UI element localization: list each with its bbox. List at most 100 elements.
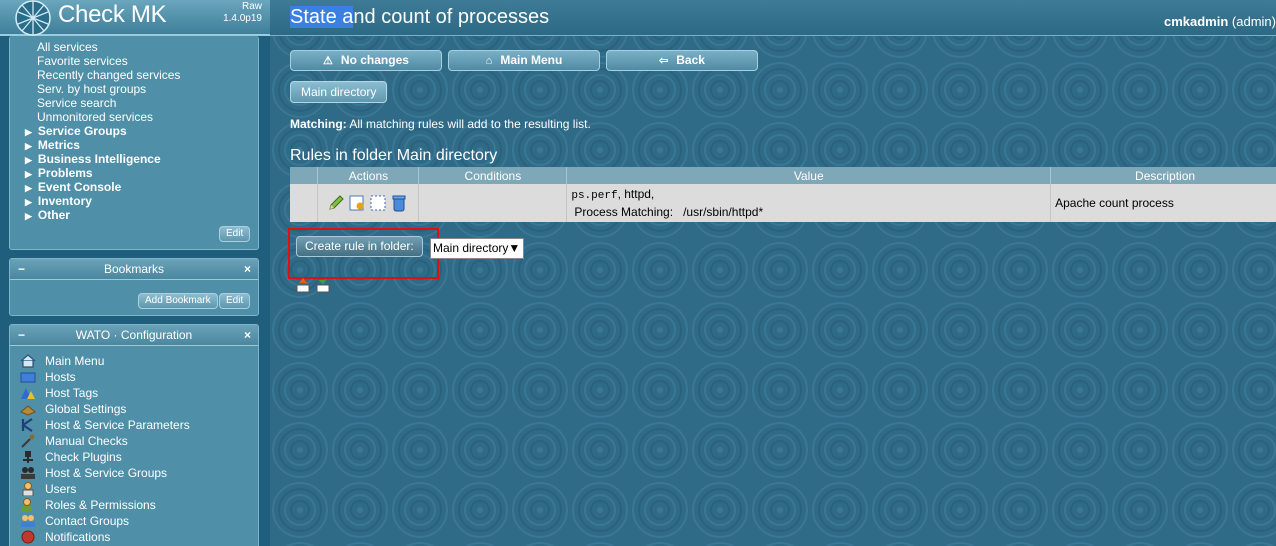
wato-host-service-groups[interactable]: Host & Service Groups [20,465,167,481]
wato-notifications[interactable]: Notifications [20,529,110,545]
wato-global-settings[interactable]: Global Settings [20,401,126,417]
group-label: Other [37,208,70,222]
actions-cell [317,184,420,222]
wato-item-label: Host Tags [45,386,99,400]
wato-item-label: Check Plugins [45,450,122,464]
folder-breadcrumb-button[interactable]: Main directory [290,81,388,103]
export-icon[interactable] [295,277,311,293]
triangle-right-icon: ▶ [25,141,32,151]
wato-check-plugins[interactable]: Check Plugins [20,449,122,465]
group-other[interactable]: ▶ Other [25,208,70,223]
group-service-groups[interactable]: ▶ Service Groups [25,124,127,139]
column-header-position [290,167,319,184]
plugin-icon [23,451,33,463]
edition-name: Raw [241,1,262,12]
version-label: 1.4.0p19 [223,13,262,24]
view-favorite-services[interactable]: Favorite services [37,54,128,68]
wato-host-tags[interactable]: Host Tags [20,385,98,401]
roles-icon [22,498,32,512]
matching-info: Matching: All matching rules will add to… [290,117,591,131]
close-icon[interactable]: × [244,325,251,345]
add-bookmark-button[interactable]: Add Bookmark [138,293,218,309]
table-row: ps.perf, httpd, Process Matching: /usr/s… [290,184,1276,222]
groups-icon [21,467,35,479]
column-header-description: Description [1050,167,1276,184]
value-line-1: ps.perf, httpd, [571,186,1050,204]
main-menu-label: Main Menu [500,53,563,67]
rules-heading: Rules in folder Main directory [290,147,498,164]
triangle-right-icon: ▶ [25,127,32,137]
warning-icon: ⚠ [323,55,333,67]
view-unmonitored-services[interactable]: Unmonitored services [37,110,153,124]
page-title-rest: nd count of processes [353,6,550,28]
home-icon [20,354,36,368]
triangle-right-icon: ▶ [25,183,32,193]
import-icon[interactable] [315,277,331,293]
view-service-search[interactable]: Service search [37,96,116,110]
user-role: (admin) [1231,14,1276,29]
value-line-2: Process Matching: /usr/sbin/httpd* [571,204,1050,220]
wato-item-label: Main Menu [45,354,105,368]
sidebar-header: Check MK Raw 1.4.0p19 [0,0,270,36]
user-info: cmkadmin (admin) [1164,14,1276,29]
logo-text[interactable]: Check MK [58,1,167,29]
page-title-selected: State a [290,6,354,28]
group-inventory[interactable]: ▶ Inventory [25,194,92,209]
views-edit-button[interactable]: Edit [219,226,251,242]
group-label: Event Console [37,180,122,194]
sidebar: Check MK Raw 1.4.0p19 All services Favor… [0,0,270,546]
folder-select[interactable]: Main directory▼ [430,238,524,259]
group-problems[interactable]: ▶ Problems [25,166,93,181]
group-metrics[interactable]: ▶ Metrics [25,138,80,153]
edition-label: Raw 1.4.0p19 [223,1,262,25]
no-changes-button[interactable]: ⚠ No changes [290,50,442,71]
column-header-conditions: Conditions [418,167,568,184]
wato-host-service-parameters[interactable]: Host & Service Parameters [20,417,190,433]
back-label: Back [676,53,705,67]
checkmk-logo-icon[interactable] [14,0,52,36]
position-cell [290,184,319,222]
process-matching-value: /usr/sbin/httpd* [683,205,764,219]
rules-table: Actions Conditions Value Description ps.… [290,167,1276,222]
group-label: Metrics [37,138,80,152]
wato-roles-permissions[interactable]: Roles & Permissions [20,497,156,513]
triangle-right-icon: ▶ [25,197,32,207]
move-icon[interactable] [369,194,387,212]
group-event-console[interactable]: ▶ Event Console [25,180,121,195]
description-cell: Apache count process [1050,184,1276,222]
back-arrow-icon: ⇦ [659,55,669,67]
bookmarks-edit-button[interactable]: Edit [219,293,251,309]
create-rule-button[interactable]: Create rule in folder: [296,236,423,257]
clone-icon[interactable] [348,194,366,212]
view-serv-by-host-groups[interactable]: Serv. by host groups [37,82,146,96]
username: cmkadmin [1163,14,1229,29]
minimize-icon[interactable]: − [18,325,25,345]
wato-header[interactable]: − WATO · Configuration × [10,325,258,346]
wato-users[interactable]: Users [20,481,76,497]
view-all-services[interactable]: All services [37,40,98,54]
wato-hosts[interactable]: Hosts [20,369,76,385]
main-menu-button[interactable]: ⌂ Main Menu [448,50,600,71]
triangle-right-icon: ▶ [25,169,32,179]
close-icon[interactable]: × [244,259,251,279]
wato-manual-checks[interactable]: Manual Checks [20,433,128,449]
view-recently-changed-services[interactable]: Recently changed services [37,68,180,82]
group-business-intelligence[interactable]: ▶ Business Intelligence [25,152,161,167]
table-header-row: Actions Conditions Value Description [290,167,1276,184]
minimize-icon[interactable]: − [18,259,25,279]
column-header-actions: Actions [317,167,420,184]
edit-icon[interactable] [327,194,345,212]
wato-contact-groups[interactable]: Contact Groups [20,513,129,529]
wato-main-menu[interactable]: Main Menu [20,353,104,369]
dropdown-arrow-icon: ▼ [508,241,521,255]
bookmarks-snapin: − Bookmarks × Add Bookmark Edit [9,258,259,316]
back-button[interactable]: ⇦ Back [606,50,758,71]
process-matching-label: Process Matching: [574,205,674,219]
bookmarks-header[interactable]: − Bookmarks × [10,259,258,280]
value-cell: ps.perf, httpd, Process Matching: /usr/s… [566,184,1052,222]
triangle-right-icon: ▶ [25,155,32,165]
main-content: State and count of processes cmkadmin (a… [270,0,1276,546]
delete-icon[interactable] [390,194,408,212]
no-changes-label: No changes [340,53,409,67]
group-label: Business Intelligence [37,152,161,166]
